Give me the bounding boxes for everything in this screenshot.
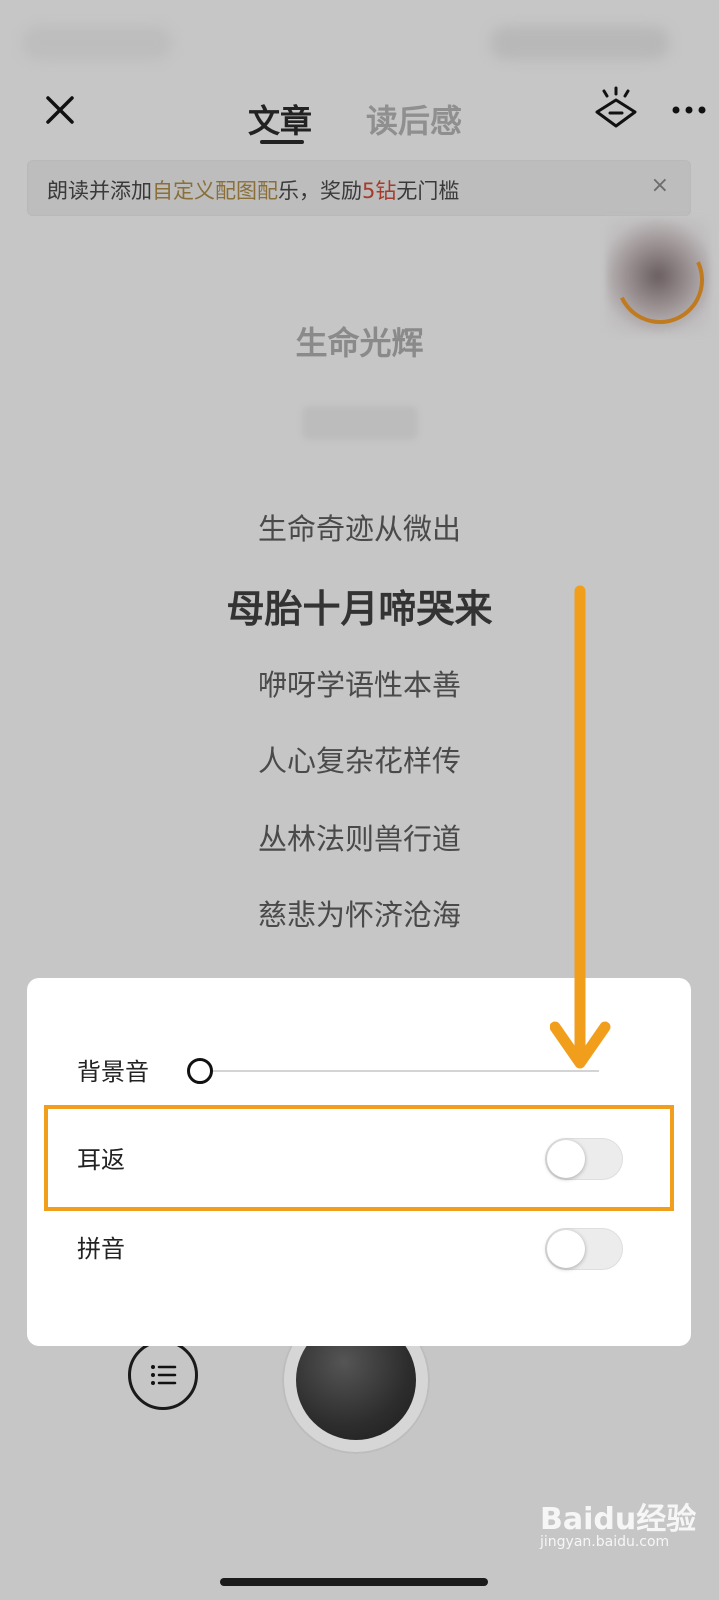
background-sound-label: 背景音: [77, 1058, 149, 1086]
background-sound-slider-knob[interactable]: [187, 1058, 213, 1084]
watermark-url: jingyan.baidu.com: [540, 1534, 670, 1550]
banner-close-icon[interactable]: ×: [651, 173, 669, 198]
poem-line: 生命奇迹从微出: [257, 512, 461, 546]
poem-title: 生命光辉: [295, 324, 424, 362]
status-bar-left-blurred: [22, 26, 172, 60]
annotation-arrow: [549, 585, 630, 1075]
close-icon[interactable]: [44, 94, 76, 126]
home-indicator[interactable]: [220, 1578, 488, 1586]
banner-reward: 5钻: [362, 179, 397, 203]
pinyin-toggle[interactable]: [545, 1228, 623, 1270]
status-bar-right-blurred: [490, 26, 670, 60]
tab-article[interactable]: 文章: [248, 96, 312, 142]
banner-highlight: 自定义配图配: [152, 179, 278, 203]
tab-review[interactable]: 读后感: [366, 96, 462, 142]
more-icon[interactable]: [672, 100, 706, 120]
watermark-logo: Baidu经验: [540, 1502, 697, 1537]
background-sound-slider[interactable]: [199, 1070, 599, 1072]
ear-return-label: 耳返: [77, 1146, 125, 1174]
eye-mode-icon[interactable]: [594, 86, 638, 130]
author-blurred: [302, 406, 418, 440]
reward-banner[interactable]: 朗读并添加自定义配图配乐，奖励5钻无门槛 ×: [27, 160, 691, 216]
ear-return-toggle[interactable]: [545, 1138, 623, 1180]
playlist-button[interactable]: [128, 1340, 198, 1410]
pinyin-label: 拼音: [77, 1235, 125, 1263]
active-tab-indicator: [260, 140, 304, 144]
banner-text: 朗读并添加自定义配图配乐，奖励5钻无门槛: [47, 179, 460, 203]
